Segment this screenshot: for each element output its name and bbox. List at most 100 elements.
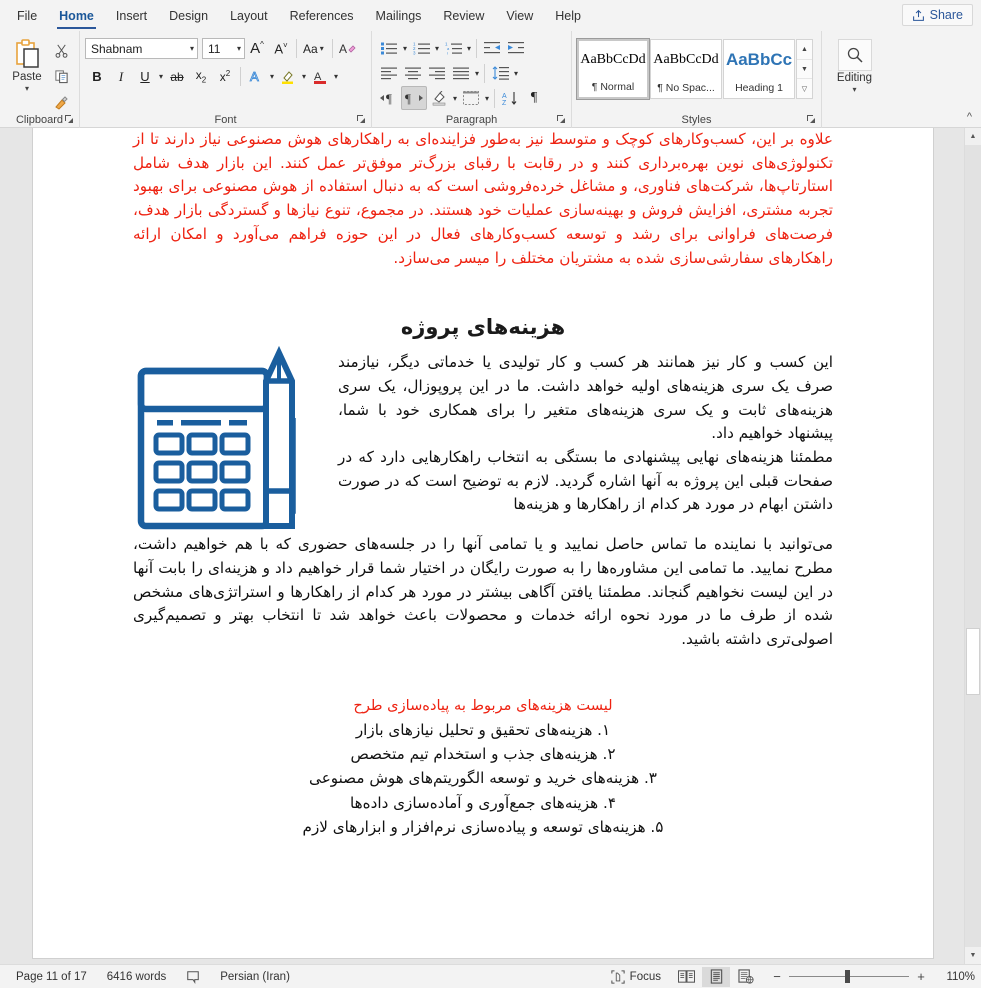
proofing-errors-icon bbox=[186, 970, 200, 984]
superscript-button[interactable]: x2 bbox=[213, 65, 237, 89]
scroll-down-icon[interactable]: ▼ bbox=[797, 58, 812, 79]
highlight-caret[interactable]: ▾ bbox=[300, 72, 308, 81]
zoom-slider-thumb[interactable] bbox=[845, 970, 850, 983]
tab-references[interactable]: References bbox=[279, 2, 365, 31]
font-color-button[interactable]: A bbox=[308, 65, 332, 89]
bold-button[interactable]: B bbox=[85, 65, 109, 89]
tab-home[interactable]: Home bbox=[48, 2, 105, 31]
italic-button[interactable]: I bbox=[109, 65, 133, 89]
page-indicator[interactable]: Page 11 of 17 bbox=[6, 971, 97, 983]
sort-button[interactable]: A Z bbox=[498, 86, 522, 110]
font-size-combo[interactable]: 11 ▾ bbox=[202, 38, 245, 59]
focus-mode-button[interactable]: Focus bbox=[601, 969, 671, 984]
share-button[interactable]: Share bbox=[901, 4, 973, 26]
left-to-right-button[interactable]: ¶ bbox=[377, 86, 401, 110]
style-normal[interactable]: AaBbCcDd ¶ Normal bbox=[576, 38, 650, 100]
subscript-button[interactable]: x2 bbox=[189, 65, 213, 89]
numbering-button[interactable]: 1 2 3 bbox=[409, 36, 433, 60]
zoom-out-button[interactable]: − bbox=[771, 969, 783, 984]
document-content[interactable]: علاوه بر این، کسب‌وکارهای کوچک و متوسط ن… bbox=[33, 128, 933, 839]
change-case-button[interactable]: Aa ▾ bbox=[300, 37, 329, 61]
format-painter-button[interactable] bbox=[49, 91, 73, 114]
styles-dialog-launcher[interactable] bbox=[806, 114, 817, 125]
tab-review[interactable]: Review bbox=[432, 2, 495, 31]
chevron-down-icon[interactable]: ▾ bbox=[25, 85, 29, 93]
collapse-ribbon-button[interactable]: ^ bbox=[967, 111, 972, 123]
text-effects-button[interactable]: A bbox=[244, 65, 268, 89]
grow-font-button[interactable]: A^ bbox=[245, 37, 269, 61]
read-mode-button[interactable] bbox=[672, 967, 700, 987]
tab-mailings[interactable]: Mailings bbox=[365, 2, 433, 31]
bullets-caret[interactable]: ▾ bbox=[401, 44, 409, 53]
bullets-button[interactable] bbox=[377, 36, 401, 60]
tab-design[interactable]: Design bbox=[158, 2, 219, 31]
print-layout-button[interactable] bbox=[702, 966, 730, 987]
tab-layout[interactable]: Layout bbox=[219, 2, 279, 31]
show-formatting-marks-button[interactable]: ¶ bbox=[522, 86, 546, 110]
vertical-scrollbar[interactable]: ▲ ▼ bbox=[964, 128, 981, 964]
chevron-down-icon[interactable]: ▾ bbox=[852, 86, 856, 94]
shrink-font-button[interactable]: A˅ bbox=[269, 37, 293, 61]
line-spacing-button[interactable] bbox=[488, 61, 512, 85]
borders-button[interactable] bbox=[459, 86, 483, 110]
paste-label: Paste bbox=[12, 71, 42, 83]
scroll-down-arrow-icon[interactable]: ▼ bbox=[965, 947, 981, 964]
line-spacing-caret[interactable]: ▾ bbox=[512, 69, 520, 78]
style-preview: AaBbCcDd bbox=[580, 51, 646, 67]
align-left-button[interactable] bbox=[377, 61, 401, 85]
font-name-combo[interactable]: Shabnam ▾ bbox=[85, 38, 198, 59]
paste-button[interactable]: Paste ▾ bbox=[5, 36, 49, 93]
document-page[interactable]: علاوه بر این، کسب‌وکارهای کوچک و متوسط ن… bbox=[33, 128, 933, 958]
highlight-button[interactable] bbox=[276, 65, 300, 89]
proofing-status[interactable] bbox=[176, 970, 210, 984]
paragraph-red-intro: علاوه بر این، کسب‌وکارهای کوچک و متوسط ن… bbox=[133, 130, 833, 267]
style-heading-1[interactable]: AaBbCc Heading 1 bbox=[723, 39, 795, 99]
shading-button[interactable] bbox=[427, 86, 451, 110]
scroll-up-arrow-icon[interactable]: ▲ bbox=[965, 128, 981, 145]
zoom-level-label[interactable]: 110% bbox=[933, 971, 975, 983]
paragraph-dialog-launcher[interactable] bbox=[556, 114, 567, 125]
multilevel-caret[interactable]: ▾ bbox=[465, 44, 473, 53]
text-effects-caret[interactable]: ▾ bbox=[268, 72, 276, 81]
clear-formatting-button[interactable]: A bbox=[336, 37, 360, 61]
tab-file[interactable]: File bbox=[6, 2, 48, 31]
underline-button[interactable]: U bbox=[133, 65, 157, 89]
shading-caret[interactable]: ▾ bbox=[451, 94, 459, 103]
align-right-button[interactable] bbox=[425, 61, 449, 85]
decrease-indent-icon bbox=[484, 41, 501, 55]
tab-help[interactable]: Help bbox=[544, 2, 592, 31]
increase-indent-button[interactable] bbox=[504, 36, 528, 60]
decrease-indent-button[interactable] bbox=[480, 36, 504, 60]
justify-caret[interactable]: ▾ bbox=[473, 69, 481, 78]
scroll-track[interactable] bbox=[965, 145, 981, 947]
vertical-scroll-thumb[interactable] bbox=[966, 628, 980, 695]
web-layout-button[interactable] bbox=[732, 967, 760, 987]
right-to-left-button[interactable]: ¶ bbox=[401, 86, 427, 110]
scroll-up-icon[interactable]: ▲ bbox=[797, 40, 812, 59]
zoom-slider-track[interactable] bbox=[789, 970, 909, 983]
word-count[interactable]: 6416 words bbox=[97, 971, 176, 983]
calculator-and-pencil-illustration[interactable] bbox=[133, 343, 338, 533]
multilevel-list-button[interactable]: 1 a i bbox=[441, 36, 465, 60]
more-styles-icon[interactable]: ▽ bbox=[797, 78, 812, 98]
align-center-button[interactable] bbox=[401, 61, 425, 85]
ribbon: Paste ▾ Clipboard Shabnam ▾ 11 ▾ A^ A˅ A… bbox=[0, 31, 981, 128]
left-text-column: این کسب و کار نیز همانند هر کسب و کار تو… bbox=[338, 349, 833, 517]
tab-view[interactable]: View bbox=[495, 2, 544, 31]
cut-button[interactable] bbox=[49, 39, 73, 62]
font-dialog-launcher[interactable] bbox=[356, 114, 367, 125]
underline-options-caret[interactable]: ▾ bbox=[157, 72, 165, 81]
font-color-caret[interactable]: ▾ bbox=[332, 72, 340, 81]
strikethrough-button[interactable]: ab bbox=[165, 65, 189, 89]
clipboard-dialog-launcher[interactable] bbox=[64, 114, 75, 125]
editing-button[interactable]: Editing ▾ bbox=[827, 36, 883, 94]
style-preview: AaBbCc bbox=[725, 49, 793, 69]
zoom-in-button[interactable]: + bbox=[915, 969, 927, 984]
style-no-spacing[interactable]: AaBbCcDd ¶ No Spac... bbox=[650, 39, 722, 99]
borders-caret[interactable]: ▾ bbox=[483, 94, 491, 103]
language-indicator[interactable]: Persian (Iran) bbox=[210, 971, 300, 983]
justify-button[interactable] bbox=[449, 61, 473, 85]
copy-button[interactable] bbox=[49, 65, 73, 88]
numbering-caret[interactable]: ▾ bbox=[433, 44, 441, 53]
tab-insert[interactable]: Insert bbox=[105, 2, 158, 31]
